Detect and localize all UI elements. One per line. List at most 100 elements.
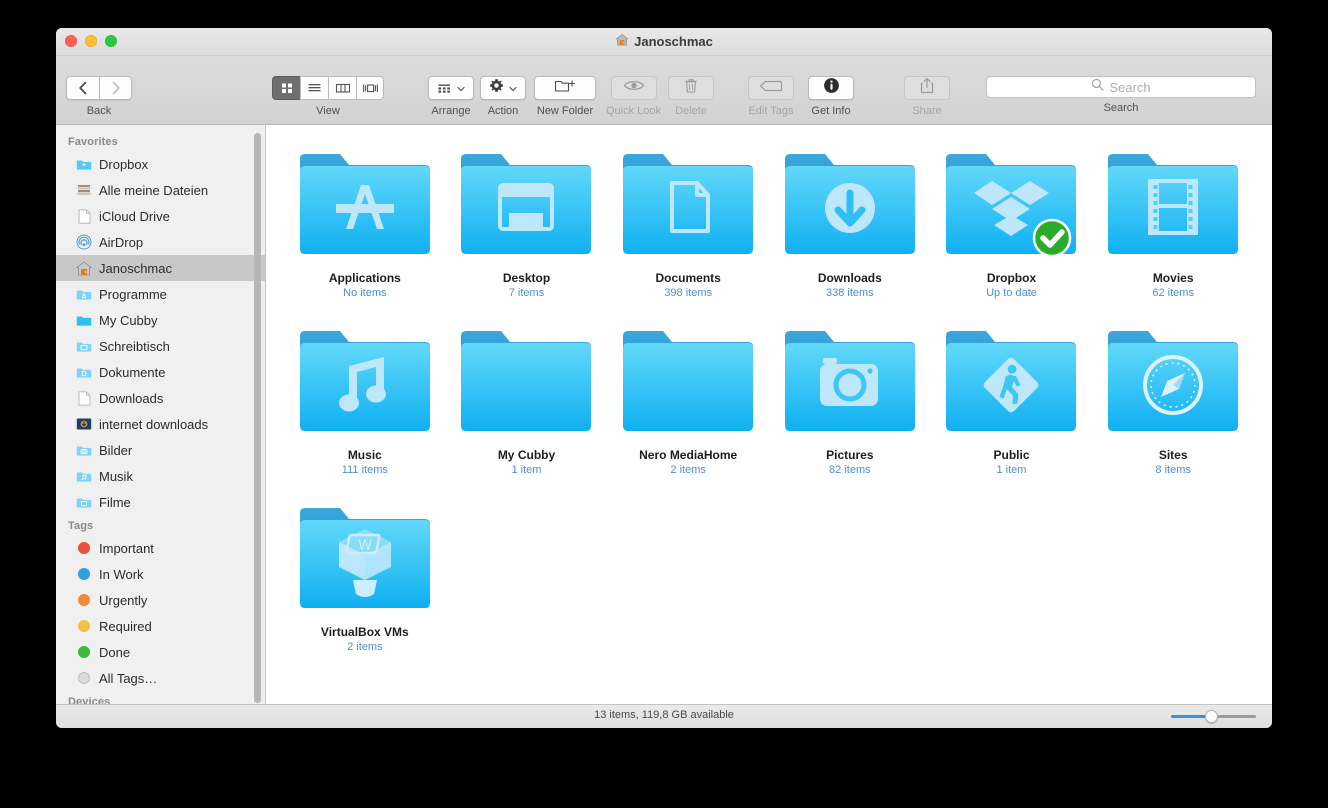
sidebar-item-tag-in-work[interactable]: In Work (56, 561, 265, 587)
file-item[interactable]: Sites 8 items (1092, 324, 1254, 476)
new-folder-button[interactable] (534, 76, 596, 100)
get-info-button[interactable] (808, 76, 854, 100)
file-sublabel: 1 item (511, 464, 542, 476)
sidebar-item-label: All Tags… (99, 670, 158, 686)
search-icon (1091, 78, 1105, 96)
sidebar-scrollbar[interactable] (254, 133, 261, 703)
file-item[interactable]: W VirtualBox VMs 2 items (284, 501, 446, 653)
movies-folder-icon (76, 494, 92, 510)
file-item[interactable]: Applications No items (284, 147, 446, 299)
sidebar-item-label: Important (99, 540, 154, 556)
slider-knob[interactable] (1205, 710, 1218, 723)
sidebar-item-label: iCloud Drive (99, 208, 170, 224)
window-title-text: Janoschmac (634, 34, 713, 49)
internet-downloads-icon (76, 416, 92, 432)
sidebar-item-tag-important[interactable]: Important (56, 535, 265, 561)
list-view-button[interactable] (300, 76, 328, 100)
quick-look-button[interactable] (610, 76, 657, 100)
new-folder-icon (554, 78, 576, 99)
dropbox-folder-icon (76, 156, 92, 172)
sidebar-item-dropbox[interactable]: Dropbox (56, 151, 265, 177)
sidebar-item-airdrop[interactable]: AirDrop (56, 229, 265, 255)
file-item[interactable]: Downloads 338 items (769, 147, 931, 299)
sidebar-item-tag-urgently[interactable]: Urgently (56, 587, 265, 613)
action-button[interactable] (480, 76, 526, 100)
action-label: Action (487, 105, 519, 117)
tag-dot-icon (76, 540, 92, 556)
file-item[interactable]: Pictures 82 items (769, 324, 931, 476)
sidebar-item-label: Filme (99, 494, 131, 510)
delete-button[interactable] (668, 76, 714, 100)
edit-tags-button[interactable] (748, 76, 794, 100)
sidebar-item-dokumente[interactable]: Dokumente (56, 359, 265, 385)
quick-look-group: Quick Look (606, 76, 661, 117)
coverflow-view-button[interactable] (356, 76, 384, 100)
search-input[interactable]: Search (986, 76, 1256, 98)
sidebar-item-internet-downloads[interactable]: internet downloads (56, 411, 265, 437)
file-item[interactable]: Music 111 items (284, 324, 446, 476)
file-label: Public (993, 448, 1030, 462)
get-info-group: Get Info (808, 76, 854, 117)
arrange-label: Arrange (431, 105, 471, 117)
window-title: Janoschmac (56, 33, 1272, 50)
sidebar-item-programme[interactable]: Programme (56, 281, 265, 307)
sidebar-item-schreibtisch[interactable]: Schreibtisch (56, 333, 265, 359)
sidebar-item-my-cubby[interactable]: My Cubby (56, 307, 265, 333)
finder-sidebar: Favorites Dropbox Alle meine Dateien iCl… (56, 125, 266, 704)
column-view-button[interactable] (328, 76, 356, 100)
file-item[interactable]: Desktop 7 items (446, 147, 608, 299)
applications-folder-icon (298, 147, 432, 261)
downloads-folder-icon (783, 147, 917, 261)
sidebar-item-all-tags[interactable]: All Tags… (56, 665, 265, 691)
sidebar-item-alle-meine-dateien[interactable]: Alle meine Dateien (56, 177, 265, 203)
file-item[interactable]: Nero MediaHome 2 items (607, 324, 769, 476)
forward-button[interactable] (99, 76, 132, 100)
file-item[interactable]: My Cubby 1 item (446, 324, 608, 476)
tag-dot-icon (76, 592, 92, 608)
sidebar-item-tag-required[interactable]: Required (56, 613, 265, 639)
file-item[interactable]: Dropbox Up to date (931, 147, 1093, 299)
movies-folder-icon (1106, 147, 1240, 261)
file-item[interactable]: Documents 398 items (607, 147, 769, 299)
file-sublabel: 2 items (670, 464, 706, 476)
finder-toolbar: Back View Arrange Action New Folder Quic… (56, 56, 1272, 125)
share-label: Share (912, 105, 942, 117)
sidebar-item-label: Bilder (99, 442, 133, 458)
sidebar-item-tag-done[interactable]: Done (56, 639, 265, 665)
sidebar-item-bilder[interactable]: Bilder (56, 437, 265, 463)
icon-view-button[interactable] (272, 76, 300, 100)
finder-window: Janoschmac Back View Arrange Action New … (56, 28, 1272, 728)
downloads-file-icon (76, 390, 92, 406)
sidebar-item-musik[interactable]: Musik (56, 463, 265, 489)
file-grid-area[interactable]: Applications No items Desktop 7 items Do… (266, 125, 1272, 704)
file-item[interactable]: Public 1 item (931, 324, 1093, 476)
svg-text:W: W (358, 538, 372, 554)
sidebar-item-janoschmac[interactable]: Janoschmac (56, 255, 265, 281)
arrange-button[interactable] (428, 76, 474, 100)
dropbox-folder-icon (944, 147, 1078, 261)
sidebar-item-label: Schreibtisch (99, 338, 170, 354)
sidebar-item-filme[interactable]: Filme (56, 489, 265, 515)
icon-size-slider[interactable] (1171, 710, 1256, 723)
edit-tags-label: Edit Tags (748, 105, 794, 117)
pictures-folder-icon (783, 324, 917, 438)
share-button[interactable] (904, 76, 950, 100)
file-label: Applications (328, 271, 401, 285)
search-group: Search Search (986, 76, 1256, 114)
sidebar-item-label: Dokumente (99, 364, 166, 380)
home-icon (76, 260, 92, 276)
plain-folder-icon (76, 312, 92, 328)
file-label: Documents (655, 271, 721, 285)
back-button[interactable] (66, 76, 99, 100)
tag-icon (759, 79, 783, 97)
eye-icon (623, 79, 645, 97)
music-folder-icon (76, 468, 92, 484)
quick-look-label: Quick Look (606, 105, 662, 117)
sidebar-item-downloads[interactable]: Downloads (56, 385, 265, 411)
share-group: Share (904, 76, 950, 117)
file-item[interactable]: Movies 62 items (1092, 147, 1254, 299)
sidebar-section-devices-header: Devices (68, 696, 111, 704)
sidebar-item-icloud-drive[interactable]: iCloud Drive (56, 203, 265, 229)
file-sublabel: 2 items (347, 641, 383, 653)
documents-folder-icon (621, 147, 755, 261)
